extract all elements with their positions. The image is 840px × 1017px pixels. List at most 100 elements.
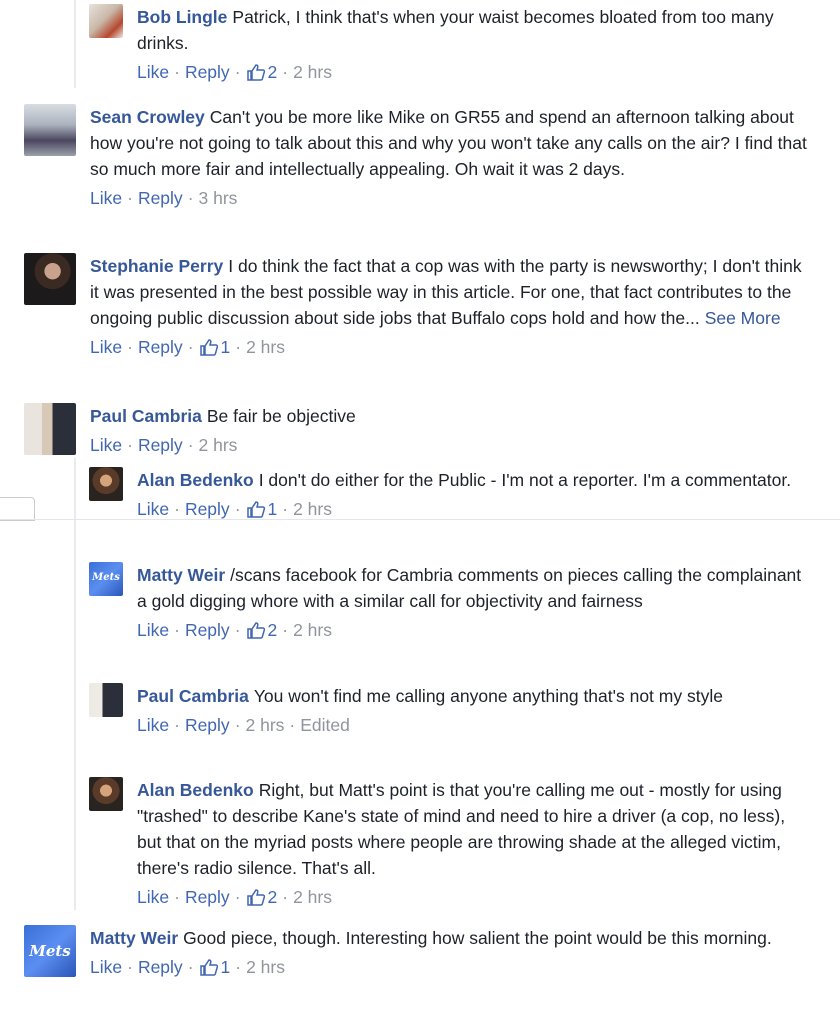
comment-author[interactable]: Paul Cambria bbox=[137, 686, 249, 706]
like-count[interactable]: 2 bbox=[268, 59, 278, 85]
thumbs-up-icon[interactable] bbox=[199, 338, 219, 356]
comment-author[interactable]: Sean Crowley bbox=[90, 107, 205, 127]
avatar[interactable]: Mets bbox=[89, 562, 123, 596]
reply-link[interactable]: Reply bbox=[185, 617, 230, 643]
like-link[interactable]: Like bbox=[137, 617, 169, 643]
comment-body: Alan Bedenko I don't do either for the Pu… bbox=[137, 467, 791, 522]
comment-body: Sean Crowley Can't you be more like Mike … bbox=[90, 104, 814, 211]
thumbs-up-icon[interactable] bbox=[246, 500, 266, 518]
timestamp[interactable]: 2 hrs bbox=[293, 617, 332, 643]
comment-author[interactable]: Stephanie Perry bbox=[90, 256, 223, 276]
comment-body: Bob Lingle Patrick, I think that's when y… bbox=[137, 4, 809, 85]
like-link[interactable]: Like bbox=[90, 432, 122, 458]
timestamp[interactable]: 2 hrs bbox=[246, 334, 285, 360]
comment-text-block: Paul Cambria You won't find me calling an… bbox=[137, 683, 723, 709]
avatar[interactable] bbox=[89, 4, 123, 38]
separator: · bbox=[282, 887, 289, 907]
comment: Paul Cambria Be fair be objective Like · R… bbox=[24, 403, 814, 458]
reply-link[interactable]: Reply bbox=[185, 884, 230, 910]
comment-body: Paul Cambria Be fair be objective Like · R… bbox=[90, 403, 356, 458]
like-link[interactable]: Like bbox=[137, 884, 169, 910]
timestamp[interactable]: 2 hrs bbox=[293, 59, 332, 85]
comment-actions: Like · Reply · 2 · 2 hrs bbox=[137, 884, 809, 910]
like-link[interactable]: Like bbox=[90, 334, 122, 360]
comment-text-block: Alan Bedenko Right, but Matt's point is t… bbox=[137, 777, 809, 881]
comment-author[interactable]: Alan Bedenko bbox=[137, 470, 254, 490]
comment-body: Matty Weir Good piece, though. Interestin… bbox=[90, 925, 772, 980]
timestamp[interactable]: 2 hrs bbox=[246, 954, 285, 980]
reply-link[interactable]: Reply bbox=[138, 334, 183, 360]
separator: · bbox=[127, 188, 133, 208]
avatar[interactable] bbox=[24, 403, 76, 455]
avatar-logo-text: Mets bbox=[92, 572, 120, 584]
reply-link[interactable]: Reply bbox=[138, 185, 183, 211]
separator: · bbox=[234, 499, 241, 519]
timestamp[interactable]: 2 hrs bbox=[246, 712, 285, 738]
separator: · bbox=[187, 957, 194, 977]
comment: Sean Crowley Can't you be more like Mike … bbox=[24, 104, 814, 211]
comment-reply: Bob Lingle Patrick, I think that's when y… bbox=[89, 4, 809, 85]
comment-text-block: Alan Bedenko I don't do either for the Pu… bbox=[137, 467, 791, 493]
avatar[interactable] bbox=[89, 683, 123, 717]
comment-actions: Like · Reply · 2 · 2 hrs bbox=[137, 59, 809, 85]
separator: · bbox=[127, 337, 133, 357]
reply-thread-line bbox=[74, 0, 76, 88]
like-count[interactable]: 2 bbox=[268, 617, 278, 643]
like-link[interactable]: Like bbox=[137, 712, 169, 738]
thumbs-up-icon[interactable] bbox=[246, 888, 266, 906]
comment-reply: Paul Cambria You won't find me calling an… bbox=[89, 683, 809, 738]
reply-link[interactable]: Reply bbox=[185, 496, 230, 522]
comment-author[interactable]: Paul Cambria bbox=[90, 406, 202, 426]
reply-link[interactable]: Reply bbox=[185, 712, 230, 738]
comment-actions: Like · Reply · 2 hrs · Edited bbox=[137, 712, 723, 738]
comment: Stephanie Perry I do think the fact that … bbox=[24, 253, 814, 360]
like-count[interactable]: 2 bbox=[268, 884, 278, 910]
timestamp[interactable]: 2 hrs bbox=[293, 884, 332, 910]
avatar[interactable] bbox=[89, 777, 123, 811]
comment-text: /scans facebook for Cambria comments on … bbox=[137, 565, 802, 611]
like-count[interactable]: 1 bbox=[221, 334, 231, 360]
thumbs-up-icon[interactable] bbox=[246, 63, 266, 81]
avatar[interactable] bbox=[24, 253, 76, 305]
comment-text-block: Paul Cambria Be fair be objective bbox=[90, 403, 356, 429]
like-link[interactable]: Like bbox=[137, 59, 169, 85]
comment-text: You won't find me calling anyone anythin… bbox=[253, 686, 723, 706]
like-count[interactable]: 1 bbox=[268, 496, 278, 522]
separator: · bbox=[127, 957, 133, 977]
separator: · bbox=[235, 957, 242, 977]
timestamp[interactable]: 3 hrs bbox=[199, 185, 238, 211]
avatar[interactable] bbox=[89, 467, 123, 501]
comment-author[interactable]: Alan Bedenko bbox=[137, 780, 254, 800]
like-link[interactable]: Like bbox=[90, 185, 122, 211]
comment-author[interactable]: Matty Weir bbox=[137, 565, 225, 585]
separator: · bbox=[174, 62, 180, 82]
comment-author[interactable]: Matty Weir bbox=[90, 928, 178, 948]
comment-text: Patrick, I think that's when your waist … bbox=[137, 7, 774, 53]
reply-thread-line bbox=[74, 458, 76, 910]
avatar[interactable]: Mets bbox=[24, 925, 76, 977]
avatar-logo-text: Mets bbox=[29, 941, 71, 960]
thumbs-up-icon[interactable] bbox=[199, 958, 219, 976]
like-link[interactable]: Like bbox=[90, 954, 122, 980]
reply-link[interactable]: Reply bbox=[185, 59, 230, 85]
separator: · bbox=[127, 435, 133, 455]
comment-author[interactable]: Bob Lingle bbox=[137, 7, 227, 27]
timestamp[interactable]: 2 hrs bbox=[293, 496, 332, 522]
separator: · bbox=[187, 337, 194, 357]
avatar[interactable] bbox=[24, 104, 76, 156]
timestamp[interactable]: 2 hrs bbox=[199, 432, 238, 458]
reply-link[interactable]: Reply bbox=[138, 954, 183, 980]
see-more-link[interactable]: See More bbox=[705, 308, 781, 328]
comment-reply: Mets Matty Weir/scans facebook for Cambr… bbox=[89, 562, 809, 643]
comment-text-block: Stephanie Perry I do think the fact that … bbox=[90, 253, 814, 331]
comment-body: Alan Bedenko Right, but Matt's point is t… bbox=[137, 777, 809, 910]
reply-link[interactable]: Reply bbox=[138, 432, 183, 458]
comment-body: Stephanie Perry I do think the fact that … bbox=[90, 253, 814, 360]
comment-actions: Like · Reply · 2 hrs bbox=[90, 432, 356, 458]
like-link[interactable]: Like bbox=[137, 496, 169, 522]
edited-label[interactable]: Edited bbox=[300, 712, 350, 738]
like-count[interactable]: 1 bbox=[221, 954, 231, 980]
separator: · bbox=[234, 620, 241, 640]
comment-actions: Like · Reply · 1 · 2 hrs bbox=[90, 954, 772, 980]
thumbs-up-icon[interactable] bbox=[246, 621, 266, 639]
